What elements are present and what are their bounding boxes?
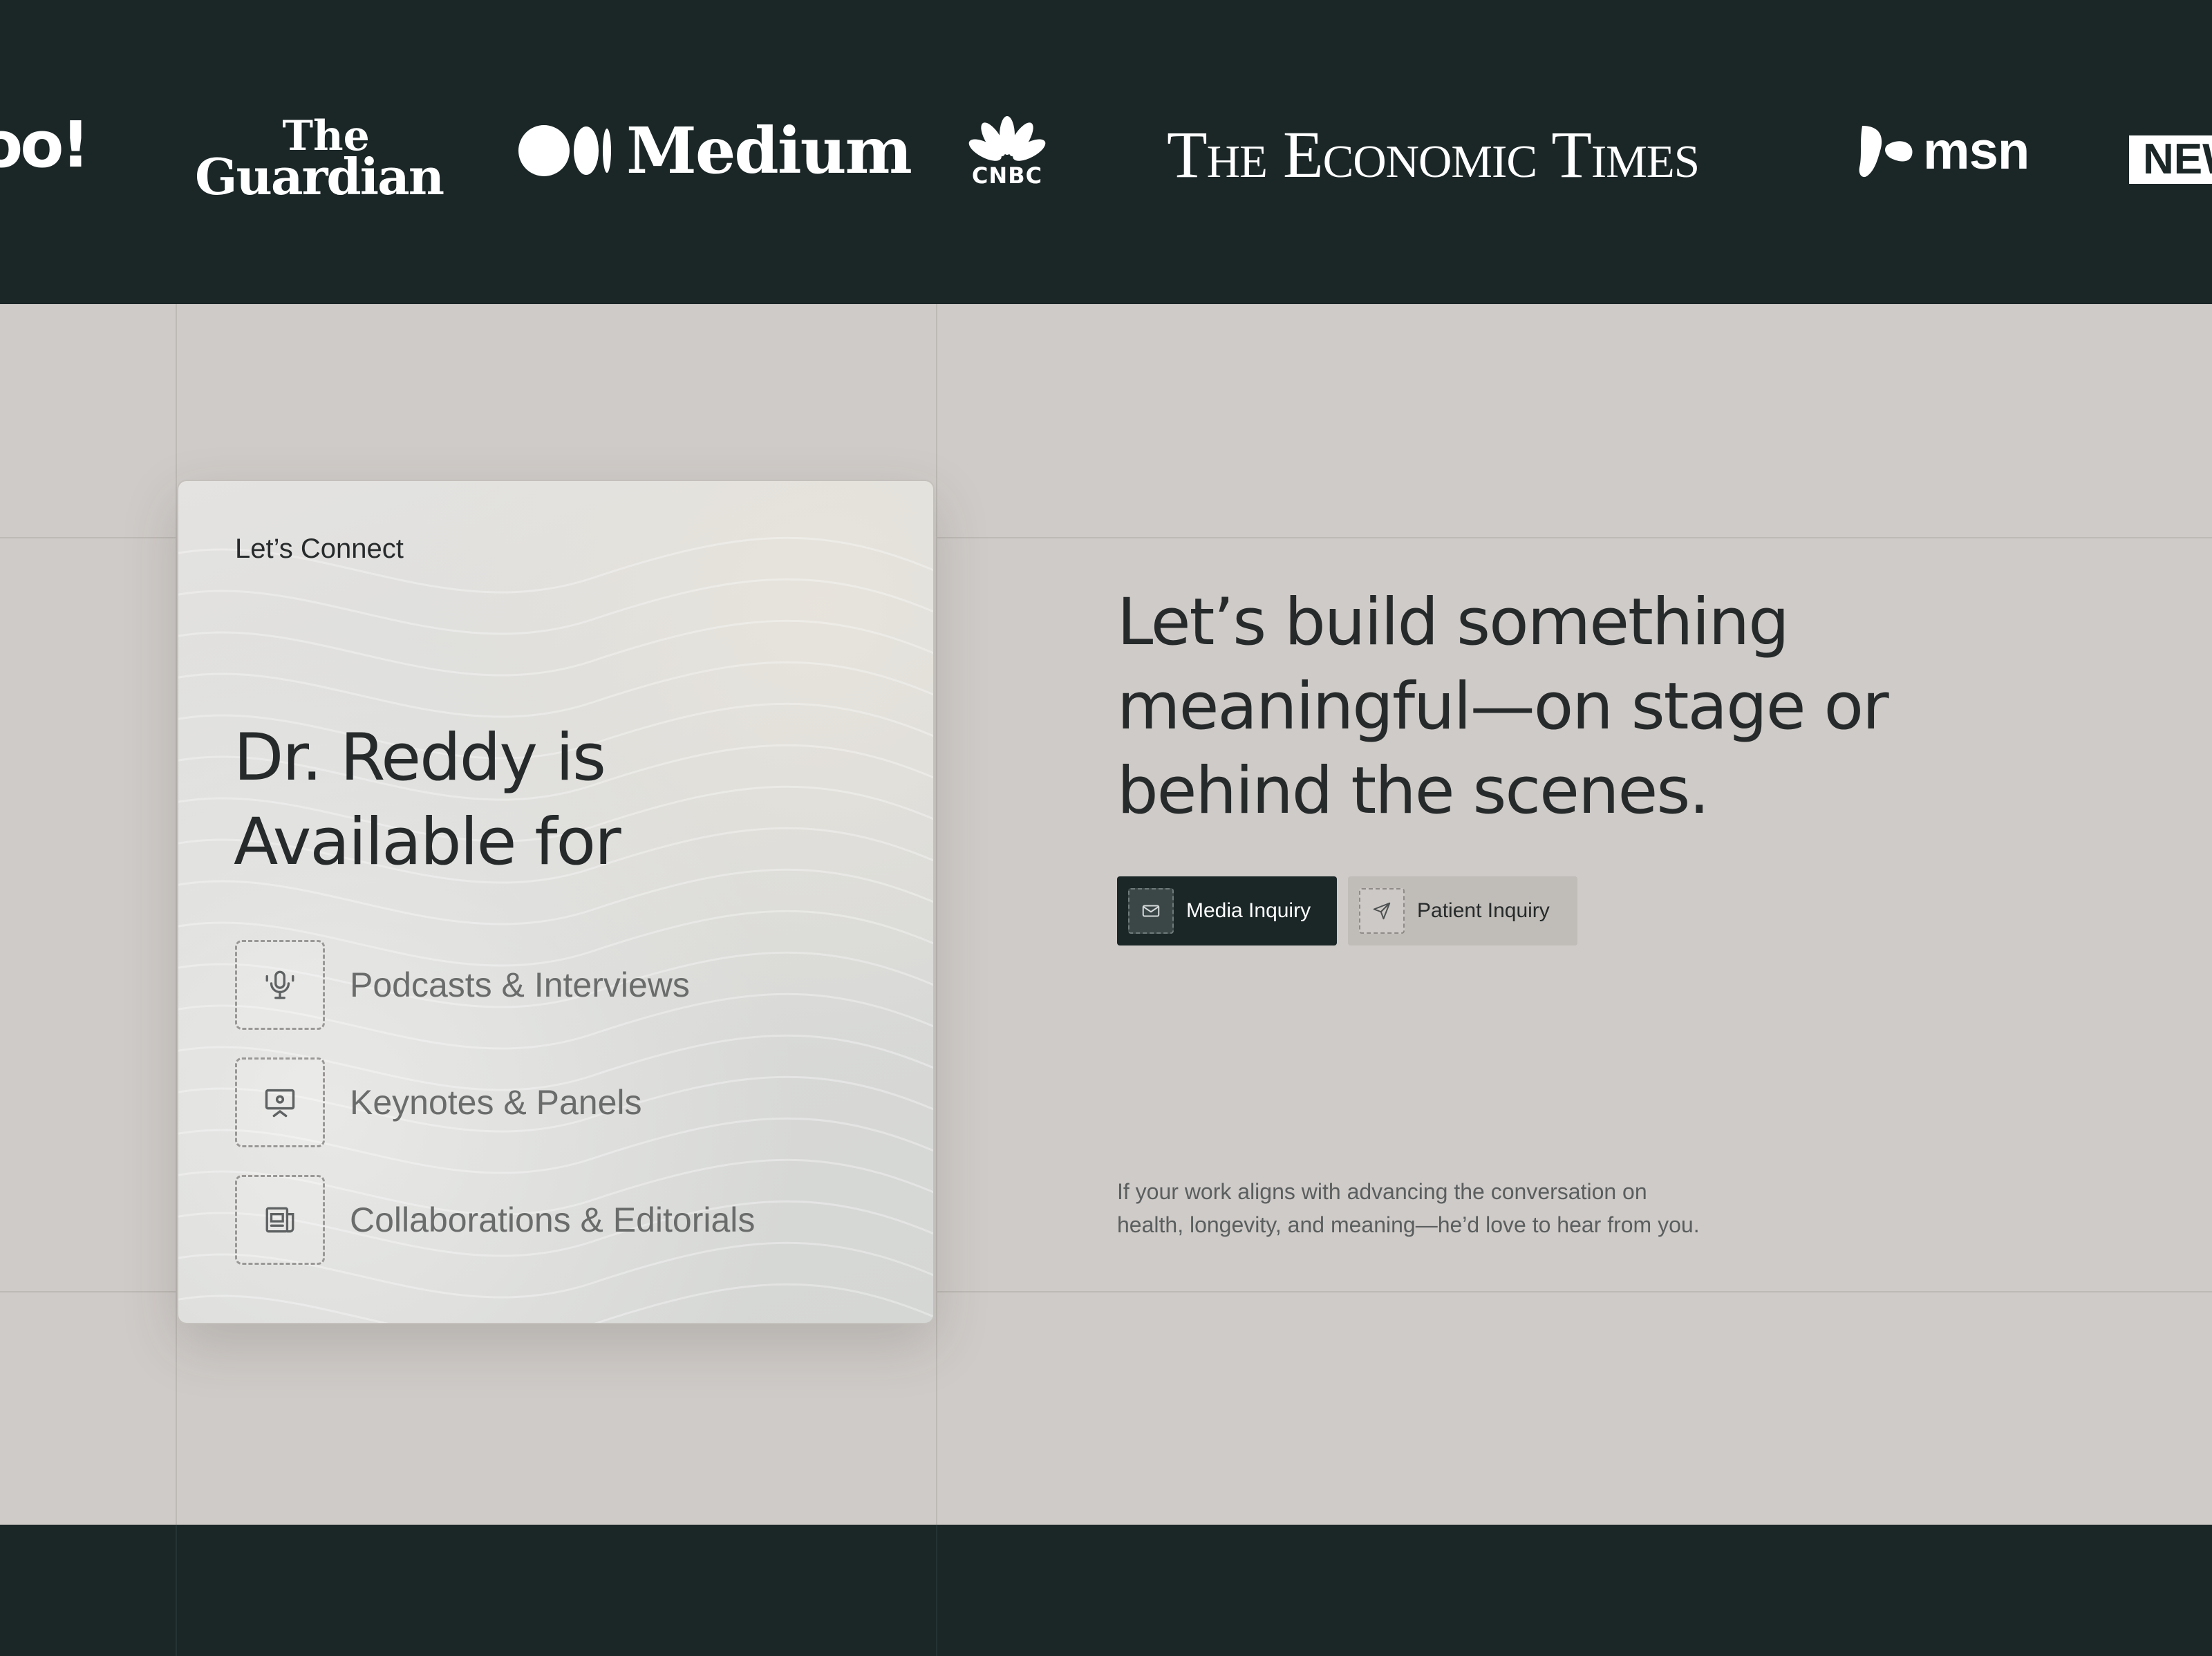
media-inquiry-label: Media Inquiry [1186,899,1311,922]
grid-line [176,1525,177,1656]
news-logo: NEW [2129,135,2212,184]
grid-line [936,1525,937,1656]
media-inquiry-button[interactable]: Media Inquiry [1117,876,1337,945]
offering-item-keynotes: Keynotes & Panels [235,1057,642,1147]
medium-mark-icon [518,125,611,176]
grid-line [0,1291,176,1292]
contact-headline: Let’s build something meaningful—on stag… [1117,585,1889,829]
mail-icon [1128,888,1174,934]
grid-line [936,304,937,1525]
send-icon [1359,888,1405,934]
availability-card: Let’s Connect Dr. Reddy is Available for… [177,480,935,1324]
card-title: Dr. Reddy is Available for [234,720,621,880]
contact-blurb: If your work aligns with advancing the c… [1117,1179,1700,1237]
medium-logo: Medium [518,119,912,182]
press-logo-strip: oo! The Guardian Medium CNBC The Economi… [0,0,2212,304]
offering-item-collaborations: Collaborations & Editorials [235,1175,755,1265]
msn-logo: msn [1857,122,2030,181]
grid-line [0,537,176,538]
grid-line [936,537,2212,538]
cnbc-logo: CNBC [961,116,1053,187]
the-guardian-logo: The Guardian [195,112,444,206]
card-eyebrow: Let’s Connect [235,534,404,564]
peacock-icon [968,116,1046,161]
patient-inquiry-button[interactable]: Patient Inquiry [1348,876,1577,945]
presentation-screen-icon [235,1057,325,1147]
patient-inquiry-label: Patient Inquiry [1417,899,1550,922]
grid-line [936,1291,2212,1292]
newspaper-icon [235,1175,325,1265]
footer-band [0,1525,2212,1656]
microphone-icon [235,940,325,1030]
offering-item-podcasts: Podcasts & Interviews [235,940,690,1030]
the-economic-times-logo: The Economic Times [1167,117,1700,191]
butterfly-icon [1859,126,1913,178]
yahoo-logo: oo! [0,108,90,182]
